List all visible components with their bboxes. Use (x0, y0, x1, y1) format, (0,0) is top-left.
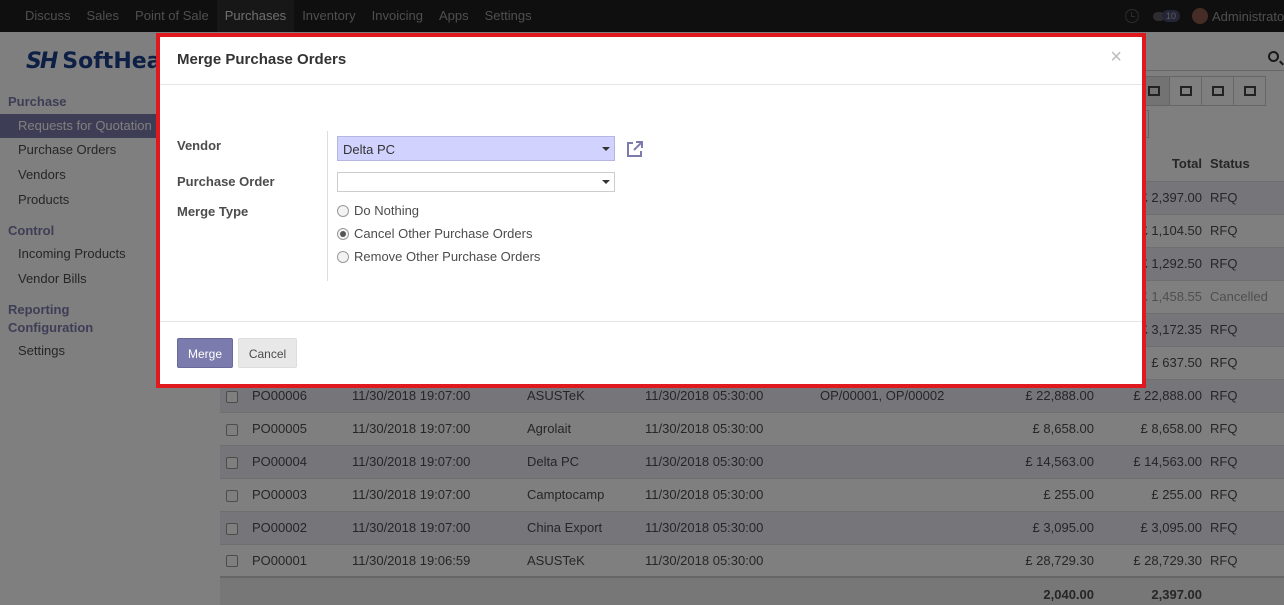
merge-type-do-nothing[interactable]: Do Nothing (337, 203, 419, 218)
merge-type-cancel-other[interactable]: Cancel Other Purchase Orders (337, 226, 532, 241)
vendor-label: Vendor (177, 138, 222, 153)
radio-label[interactable]: Cancel Other Purchase Orders (354, 226, 532, 241)
dialog-footer-divider (160, 321, 1142, 322)
field-separator (327, 131, 328, 281)
close-icon[interactable]: × (1110, 46, 1122, 69)
dialog-title: Merge Purchase Orders (177, 51, 347, 68)
external-link-icon[interactable] (625, 139, 645, 159)
radio-label[interactable]: Do Nothing (354, 203, 419, 218)
purchase-order-label: Purchase Order (177, 174, 275, 189)
dialog-header: Merge Purchase Orders × (160, 37, 1142, 85)
merge-button[interactable]: Merge (177, 338, 233, 368)
radio-button-selected[interactable] (337, 227, 349, 240)
merge-type-remove-other[interactable]: Remove Other Purchase Orders (337, 249, 540, 264)
radio-label[interactable]: Remove Other Purchase Orders (354, 249, 540, 264)
chevron-down-icon[interactable] (602, 146, 610, 151)
cancel-button[interactable]: Cancel (238, 338, 297, 368)
radio-button[interactable] (337, 204, 349, 217)
radio-button[interactable] (337, 250, 349, 263)
vendor-select[interactable]: Delta PC (337, 136, 615, 161)
chevron-down-icon[interactable] (602, 180, 610, 184)
merge-purchase-orders-dialog: Merge Purchase Orders × Vendor Delta PC … (156, 33, 1146, 388)
purchase-order-select[interactable] (337, 172, 615, 192)
merge-type-label: Merge Type (177, 204, 249, 219)
vendor-value: Delta PC (343, 142, 396, 157)
